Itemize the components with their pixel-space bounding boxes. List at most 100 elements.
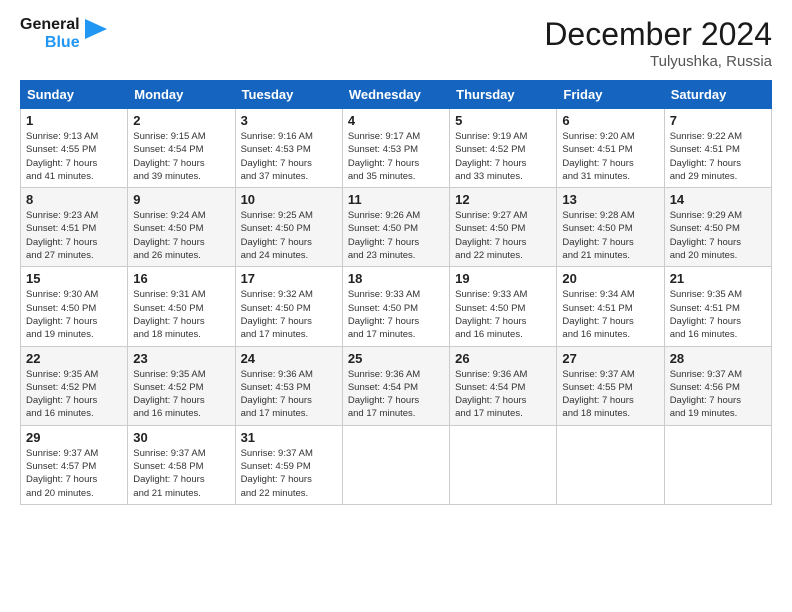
day-info: Sunrise: 9:16 AM Sunset: 4:53 PM Dayligh… bbox=[241, 130, 337, 183]
day-number: 13 bbox=[562, 192, 658, 207]
day-info: Sunrise: 9:37 AM Sunset: 4:56 PM Dayligh… bbox=[670, 368, 766, 421]
calendar-cell bbox=[450, 425, 557, 504]
day-number: 11 bbox=[348, 192, 444, 207]
day-number: 19 bbox=[455, 271, 551, 286]
day-info: Sunrise: 9:36 AM Sunset: 4:54 PM Dayligh… bbox=[455, 368, 551, 421]
calendar-cell: 28 Sunrise: 9:37 AM Sunset: 4:56 PM Dayli… bbox=[664, 346, 771, 425]
day-info: Sunrise: 9:27 AM Sunset: 4:50 PM Dayligh… bbox=[455, 209, 551, 262]
day-number: 26 bbox=[455, 351, 551, 366]
calendar-cell: 7Sunrise: 9:22 AM Sunset: 4:51 PM Daylig… bbox=[664, 109, 771, 188]
calendar-cell: 22 Sunrise: 9:35 AM Sunset: 4:52 PM Dayli… bbox=[21, 346, 128, 425]
day-number: 2 bbox=[133, 113, 229, 128]
day-info: Sunrise: 9:34 AM Sunset: 4:51 PM Dayligh… bbox=[562, 288, 658, 341]
calendar-cell: 12 Sunrise: 9:27 AM Sunset: 4:50 PM Dayli… bbox=[450, 188, 557, 267]
day-number: 17 bbox=[241, 271, 337, 286]
day-number: 30 bbox=[133, 430, 229, 445]
calendar-cell: 1Sunrise: 9:13 AM Sunset: 4:55 PM Daylig… bbox=[21, 109, 128, 188]
day-info: Sunrise: 9:37 AM Sunset: 4:58 PM Dayligh… bbox=[133, 447, 229, 500]
day-info: Sunrise: 9:33 AM Sunset: 4:50 PM Dayligh… bbox=[348, 288, 444, 341]
calendar-cell bbox=[342, 425, 449, 504]
day-info: Sunrise: 9:32 AM Sunset: 4:50 PM Dayligh… bbox=[241, 288, 337, 341]
calendar-cell: 20 Sunrise: 9:34 AM Sunset: 4:51 PM Dayli… bbox=[557, 267, 664, 346]
logo-general: General bbox=[20, 16, 80, 34]
day-info: Sunrise: 9:15 AM Sunset: 4:54 PM Dayligh… bbox=[133, 130, 229, 183]
logo: General Blue bbox=[20, 16, 107, 51]
calendar-cell: 9 Sunrise: 9:24 AM Sunset: 4:50 PM Daylig… bbox=[128, 188, 235, 267]
day-info: Sunrise: 9:35 AM Sunset: 4:52 PM Dayligh… bbox=[133, 368, 229, 421]
day-info: Sunrise: 9:24 AM Sunset: 4:50 PM Dayligh… bbox=[133, 209, 229, 262]
day-number: 1 bbox=[26, 113, 122, 128]
calendar-cell: 27 Sunrise: 9:37 AM Sunset: 4:55 PM Dayli… bbox=[557, 346, 664, 425]
day-number: 3 bbox=[241, 113, 337, 128]
day-info: Sunrise: 9:37 AM Sunset: 4:57 PM Dayligh… bbox=[26, 447, 122, 500]
calendar: SundayMondayTuesdayWednesdayThursdayFrid… bbox=[20, 80, 772, 505]
day-info: Sunrise: 9:22 AM Sunset: 4:51 PM Dayligh… bbox=[670, 130, 766, 183]
day-info: Sunrise: 9:28 AM Sunset: 4:50 PM Dayligh… bbox=[562, 209, 658, 262]
day-number: 9 bbox=[133, 192, 229, 207]
day-info: Sunrise: 9:35 AM Sunset: 4:52 PM Dayligh… bbox=[26, 368, 122, 421]
calendar-cell: 17 Sunrise: 9:32 AM Sunset: 4:50 PM Dayli… bbox=[235, 267, 342, 346]
month-title: December 2024 bbox=[544, 16, 772, 53]
day-info: Sunrise: 9:36 AM Sunset: 4:53 PM Dayligh… bbox=[241, 368, 337, 421]
day-info: Sunrise: 9:26 AM Sunset: 4:50 PM Dayligh… bbox=[348, 209, 444, 262]
calendar-cell: 19 Sunrise: 9:33 AM Sunset: 4:50 PM Dayli… bbox=[450, 267, 557, 346]
day-number: 16 bbox=[133, 271, 229, 286]
calendar-cell: 24 Sunrise: 9:36 AM Sunset: 4:53 PM Dayli… bbox=[235, 346, 342, 425]
logo-blue: Blue bbox=[45, 34, 80, 52]
calendar-cell: 25 Sunrise: 9:36 AM Sunset: 4:54 PM Dayli… bbox=[342, 346, 449, 425]
calendar-cell: 5 Sunrise: 9:19 AM Sunset: 4:52 PM Daylig… bbox=[450, 109, 557, 188]
day-info: Sunrise: 9:23 AM Sunset: 4:51 PM Dayligh… bbox=[26, 209, 122, 262]
day-info: Sunrise: 9:37 AM Sunset: 4:55 PM Dayligh… bbox=[562, 368, 658, 421]
day-info: Sunrise: 9:25 AM Sunset: 4:50 PM Dayligh… bbox=[241, 209, 337, 262]
weekday-header-thursday: Thursday bbox=[450, 81, 557, 109]
day-number: 29 bbox=[26, 430, 122, 445]
calendar-cell: 15Sunrise: 9:30 AM Sunset: 4:50 PM Dayli… bbox=[21, 267, 128, 346]
calendar-cell: 4Sunrise: 9:17 AM Sunset: 4:53 PM Daylig… bbox=[342, 109, 449, 188]
weekday-header-monday: Monday bbox=[128, 81, 235, 109]
calendar-cell bbox=[557, 425, 664, 504]
calendar-cell: 8Sunrise: 9:23 AM Sunset: 4:51 PM Daylig… bbox=[21, 188, 128, 267]
day-number: 18 bbox=[348, 271, 444, 286]
calendar-week-1: 1Sunrise: 9:13 AM Sunset: 4:55 PM Daylig… bbox=[21, 109, 772, 188]
day-number: 14 bbox=[670, 192, 766, 207]
calendar-cell: 21Sunrise: 9:35 AM Sunset: 4:51 PM Dayli… bbox=[664, 267, 771, 346]
subtitle: Tulyushka, Russia bbox=[544, 53, 772, 70]
day-number: 27 bbox=[562, 351, 658, 366]
calendar-cell: 26 Sunrise: 9:36 AM Sunset: 4:54 PM Dayli… bbox=[450, 346, 557, 425]
calendar-cell: 11 Sunrise: 9:26 AM Sunset: 4:50 PM Dayli… bbox=[342, 188, 449, 267]
day-number: 4 bbox=[348, 113, 444, 128]
calendar-cell: 16 Sunrise: 9:31 AM Sunset: 4:50 PM Dayli… bbox=[128, 267, 235, 346]
calendar-cell: 6Sunrise: 9:20 AM Sunset: 4:51 PM Daylig… bbox=[557, 109, 664, 188]
calendar-week-4: 22 Sunrise: 9:35 AM Sunset: 4:52 PM Dayli… bbox=[21, 346, 772, 425]
day-number: 12 bbox=[455, 192, 551, 207]
calendar-cell: 29 Sunrise: 9:37 AM Sunset: 4:57 PM Dayli… bbox=[21, 425, 128, 504]
day-info: Sunrise: 9:30 AM Sunset: 4:50 PM Dayligh… bbox=[26, 288, 122, 341]
weekday-header-saturday: Saturday bbox=[664, 81, 771, 109]
logo-arrow-icon bbox=[85, 19, 107, 49]
day-info: Sunrise: 9:31 AM Sunset: 4:50 PM Dayligh… bbox=[133, 288, 229, 341]
day-number: 23 bbox=[133, 351, 229, 366]
calendar-week-2: 8Sunrise: 9:23 AM Sunset: 4:51 PM Daylig… bbox=[21, 188, 772, 267]
calendar-cell bbox=[664, 425, 771, 504]
day-number: 24 bbox=[241, 351, 337, 366]
day-number: 25 bbox=[348, 351, 444, 366]
title-block: December 2024 Tulyushka, Russia bbox=[544, 16, 772, 70]
day-info: Sunrise: 9:36 AM Sunset: 4:54 PM Dayligh… bbox=[348, 368, 444, 421]
weekday-header-friday: Friday bbox=[557, 81, 664, 109]
day-number: 22 bbox=[26, 351, 122, 366]
day-number: 20 bbox=[562, 271, 658, 286]
calendar-cell: 18 Sunrise: 9:33 AM Sunset: 4:50 PM Dayli… bbox=[342, 267, 449, 346]
calendar-cell: 2 Sunrise: 9:15 AM Sunset: 4:54 PM Daylig… bbox=[128, 109, 235, 188]
calendar-cell: 3 Sunrise: 9:16 AM Sunset: 4:53 PM Daylig… bbox=[235, 109, 342, 188]
weekday-header-wednesday: Wednesday bbox=[342, 81, 449, 109]
calendar-cell: 23 Sunrise: 9:35 AM Sunset: 4:52 PM Dayli… bbox=[128, 346, 235, 425]
day-number: 5 bbox=[455, 113, 551, 128]
day-info: Sunrise: 9:19 AM Sunset: 4:52 PM Dayligh… bbox=[455, 130, 551, 183]
calendar-cell: 30 Sunrise: 9:37 AM Sunset: 4:58 PM Dayli… bbox=[128, 425, 235, 504]
day-info: Sunrise: 9:29 AM Sunset: 4:50 PM Dayligh… bbox=[670, 209, 766, 262]
header: General Blue December 2024 Tulyushka, Ru… bbox=[20, 16, 772, 70]
calendar-week-5: 29 Sunrise: 9:37 AM Sunset: 4:57 PM Dayli… bbox=[21, 425, 772, 504]
day-info: Sunrise: 9:20 AM Sunset: 4:51 PM Dayligh… bbox=[562, 130, 658, 183]
day-number: 28 bbox=[670, 351, 766, 366]
day-info: Sunrise: 9:33 AM Sunset: 4:50 PM Dayligh… bbox=[455, 288, 551, 341]
